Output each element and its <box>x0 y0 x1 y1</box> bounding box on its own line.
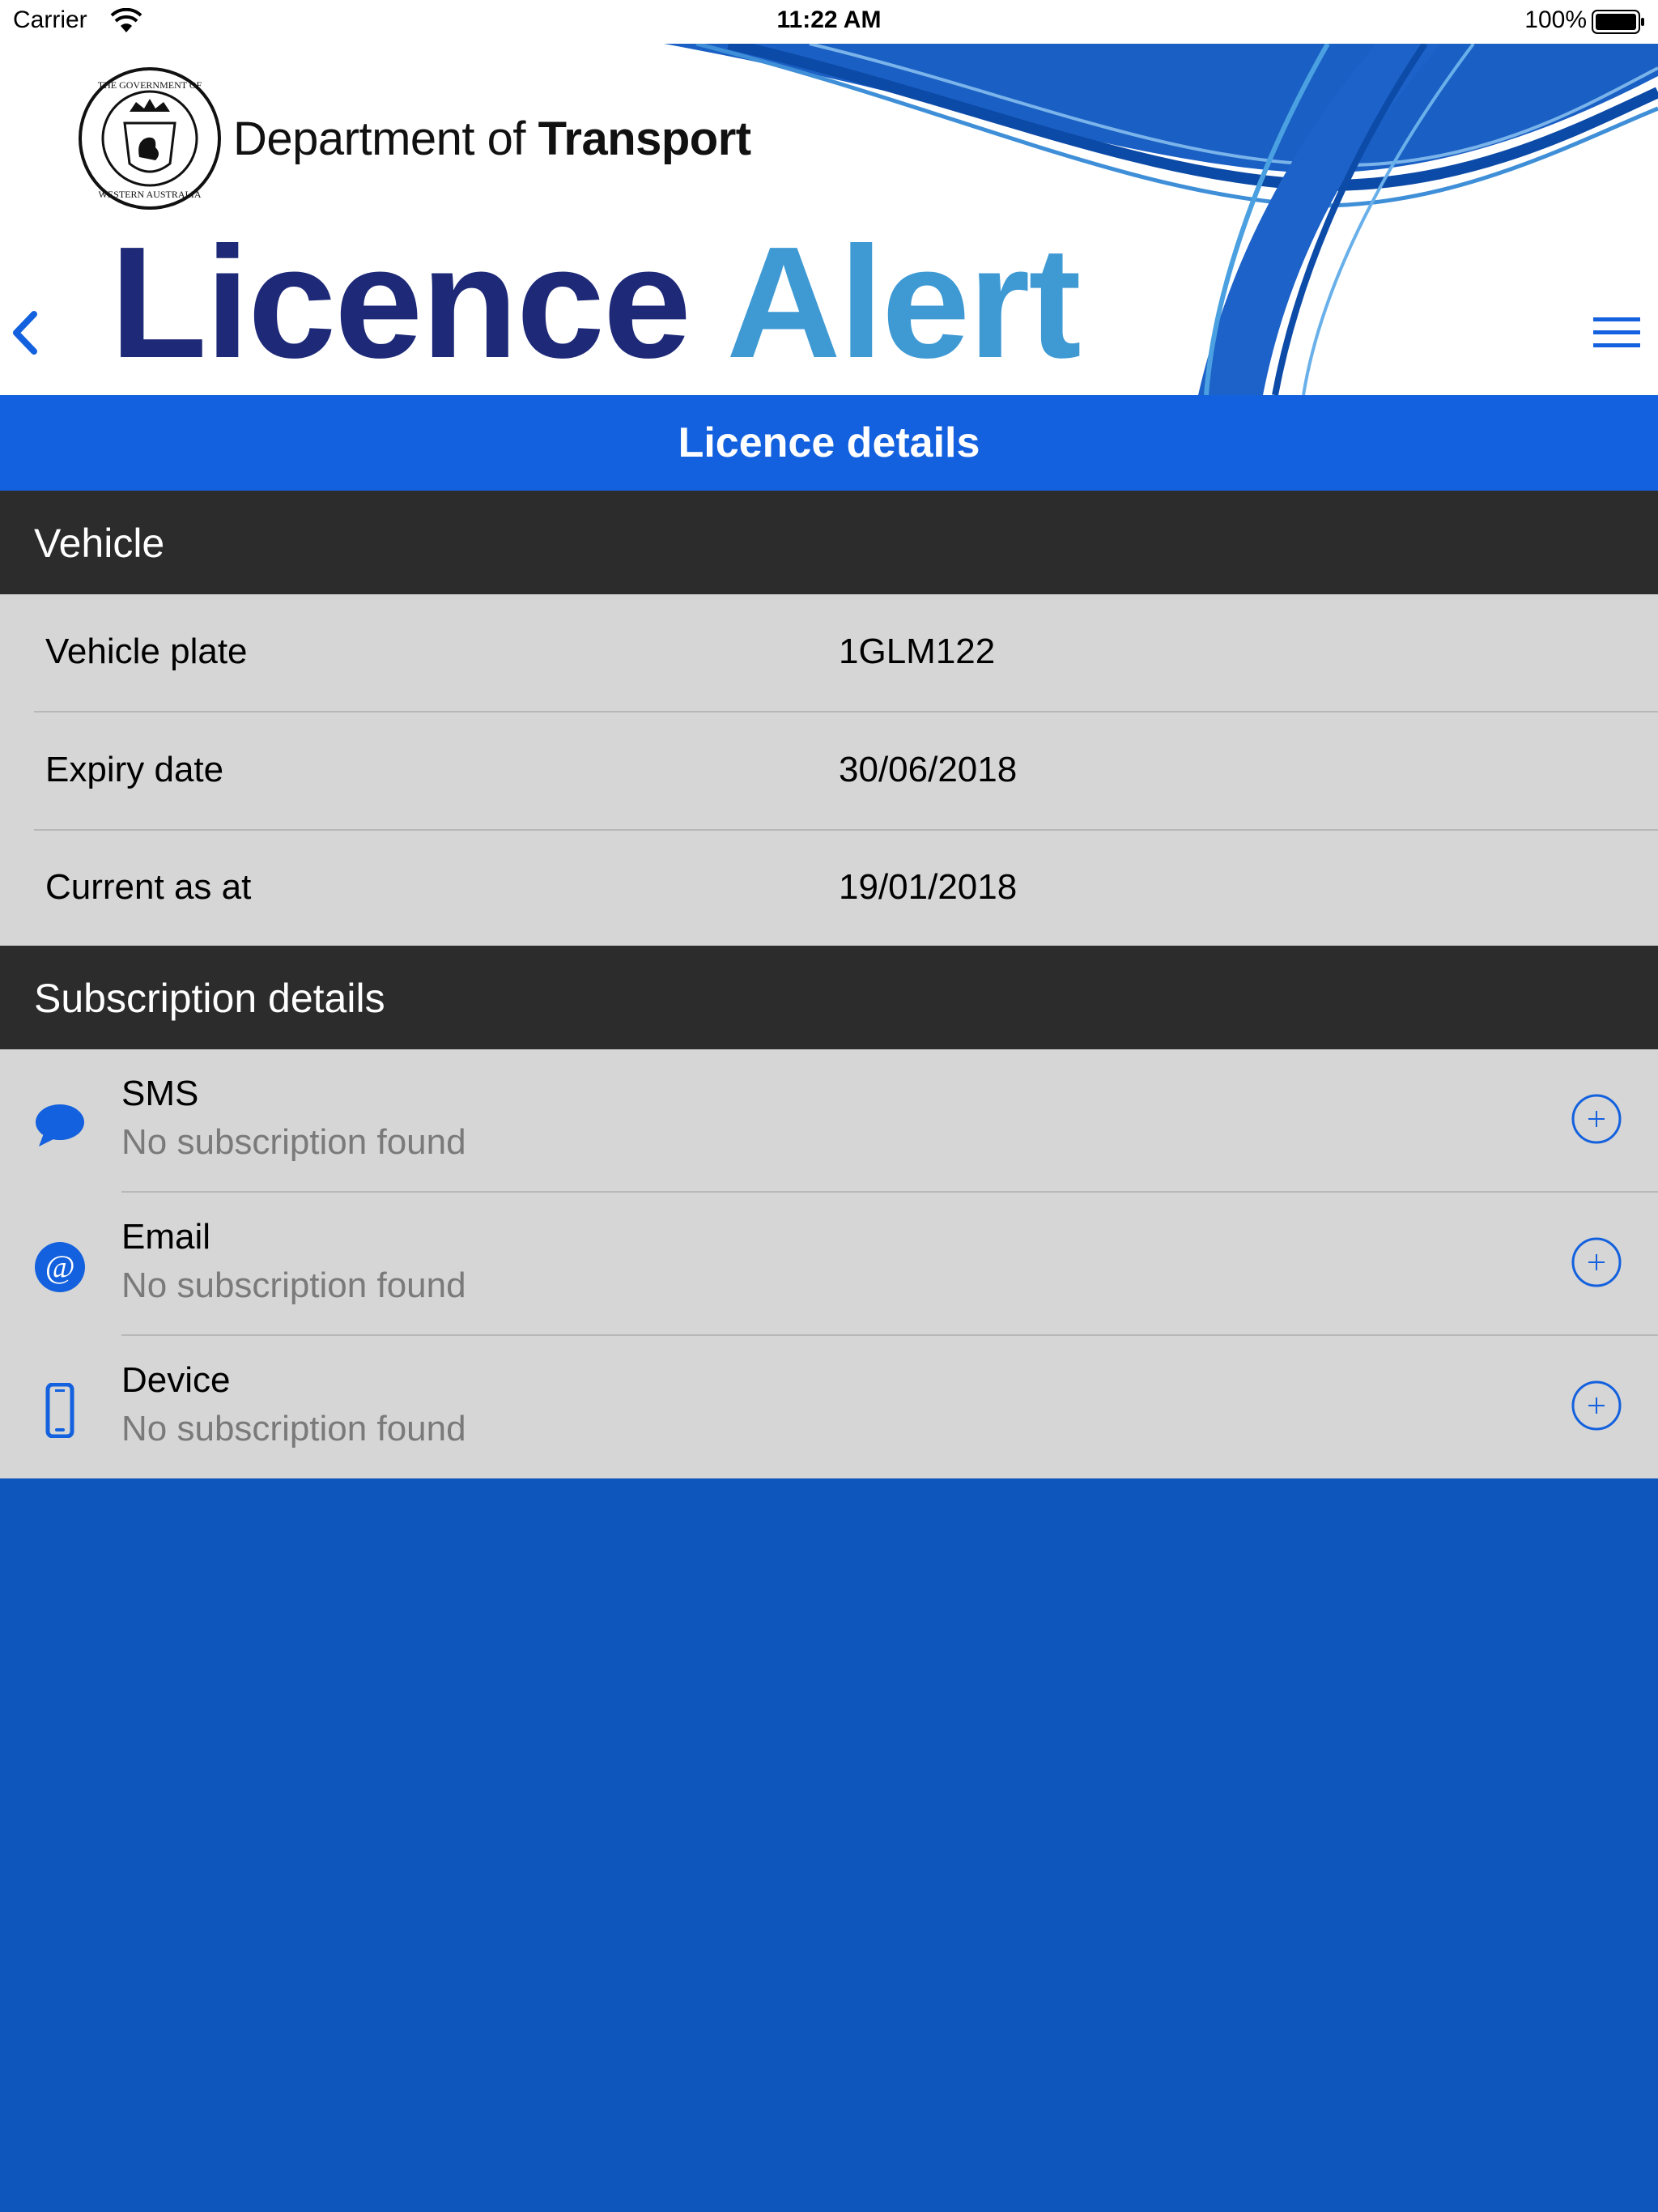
expiry-date-value: 30/06/2018 <box>839 750 1018 789</box>
battery-percent: 100% <box>1524 6 1587 33</box>
sms-subscription-row[interactable]: SMS No subscription found <box>0 1049 1658 1193</box>
phone-icon <box>45 1383 74 1438</box>
vehicle-plate-label: Vehicle plate <box>45 632 248 671</box>
clock: 11:22 AM <box>776 6 882 33</box>
email-title: Email <box>121 1217 211 1257</box>
current-as-at-value: 19/01/2018 <box>839 867 1018 907</box>
add-email-subscription-icon[interactable] <box>1571 1236 1622 1288</box>
at-sign-icon: @ <box>35 1242 85 1292</box>
sms-title: SMS <box>121 1074 199 1113</box>
svg-text:THE GOVERNMENT OF: THE GOVERNMENT OF <box>98 79 202 91</box>
department-prefix: Department of <box>233 113 526 165</box>
back-chevron-icon[interactable] <box>5 304 45 361</box>
app-title-licence: Licence <box>110 214 691 391</box>
current-as-at-label: Current as at <box>45 867 252 907</box>
app-title: Licence Alert <box>110 206 1082 395</box>
add-device-subscription-icon[interactable] <box>1571 1380 1622 1431</box>
page-title-bar: Licence details <box>0 395 1658 491</box>
hamburger-menu-icon[interactable] <box>1588 311 1645 355</box>
vehicle-plate-value: 1GLM122 <box>839 632 996 671</box>
sms-status: No subscription found <box>121 1122 466 1162</box>
svg-text:WESTERN AUSTRALIA: WESTERN AUSTRALIA <box>99 189 202 200</box>
department-bold: Transport <box>538 113 752 165</box>
device-title: Device <box>121 1360 231 1400</box>
app-header: THE GOVERNMENT OF WESTERN AUSTRALIA Depa… <box>0 44 1658 395</box>
current-as-at-row: Current as at 19/01/2018 <box>0 830 1658 947</box>
subscription-list: SMS No subscription found @ Email No sub… <box>0 1049 1658 1478</box>
subscription-section-label: Subscription details <box>34 976 385 1021</box>
vehicle-details-list: Vehicle plate 1GLM122 Expiry date 30/06/… <box>0 594 1658 946</box>
battery-icon <box>1592 10 1644 34</box>
device-subscription-row[interactable]: Device No subscription found <box>0 1336 1658 1479</box>
department-name: Department of Transport <box>233 112 751 166</box>
device-status: No subscription found <box>121 1409 466 1448</box>
chat-bubble-icon <box>36 1104 84 1146</box>
subscription-section-header: Subscription details <box>0 946 1658 1049</box>
email-status: No subscription found <box>121 1266 466 1305</box>
add-sms-subscription-icon[interactable] <box>1571 1093 1622 1145</box>
expiry-date-label: Expiry date <box>45 750 224 789</box>
expiry-date-row: Expiry date 30/06/2018 <box>0 713 1658 830</box>
wa-government-seal-icon: THE GOVERNMENT OF WESTERN AUSTRALIA <box>79 67 221 210</box>
email-subscription-row[interactable]: @ Email No subscription found <box>0 1193 1658 1336</box>
vehicle-section-header: Vehicle <box>0 491 1658 594</box>
app-title-alert: Alert <box>726 214 1082 391</box>
vehicle-plate-row: Vehicle plate 1GLM122 <box>0 594 1658 712</box>
svg-text:@: @ <box>45 1249 75 1285</box>
page-title: Licence details <box>678 419 980 466</box>
vehicle-section-label: Vehicle <box>34 521 165 566</box>
status-bar: Carrier 11:22 AM 100% <box>0 0 1658 44</box>
